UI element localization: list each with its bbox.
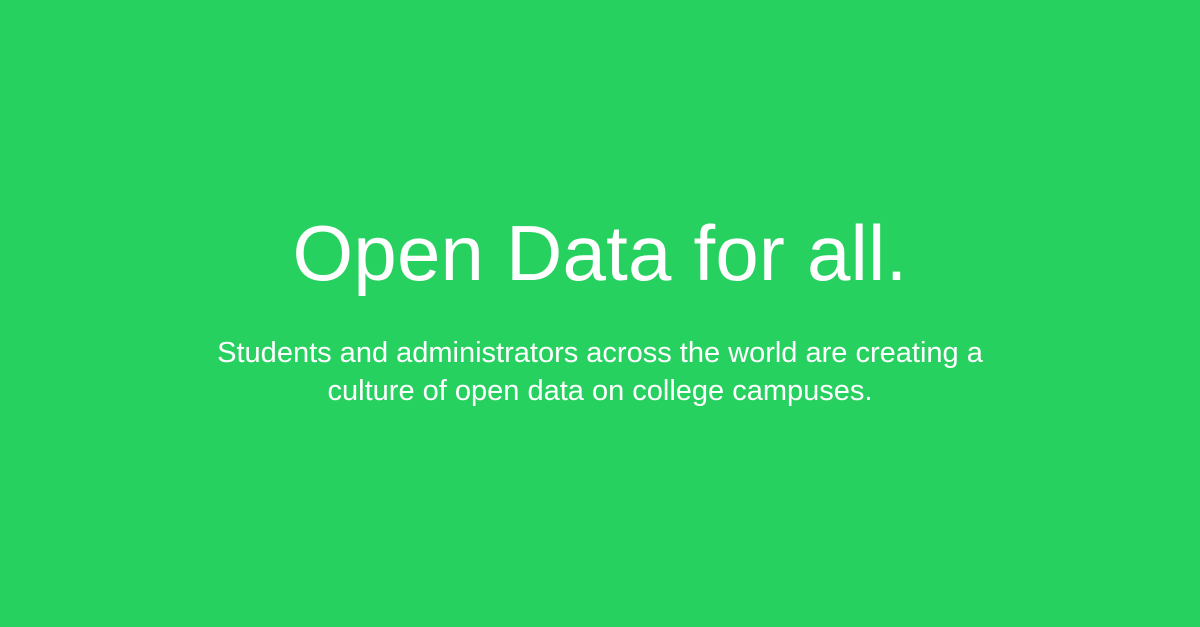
- hero-subtitle-line-1: Students and administrators across the w…: [217, 337, 983, 369]
- hero-subtitle-line-2: culture of open data on college campuses…: [327, 375, 873, 407]
- hero-banner: Open Data for all. Students and administ…: [0, 0, 1200, 627]
- hero-subtitle: Students and administrators across the w…: [140, 334, 1060, 410]
- hero-title: Open Data for all.: [292, 209, 908, 297]
